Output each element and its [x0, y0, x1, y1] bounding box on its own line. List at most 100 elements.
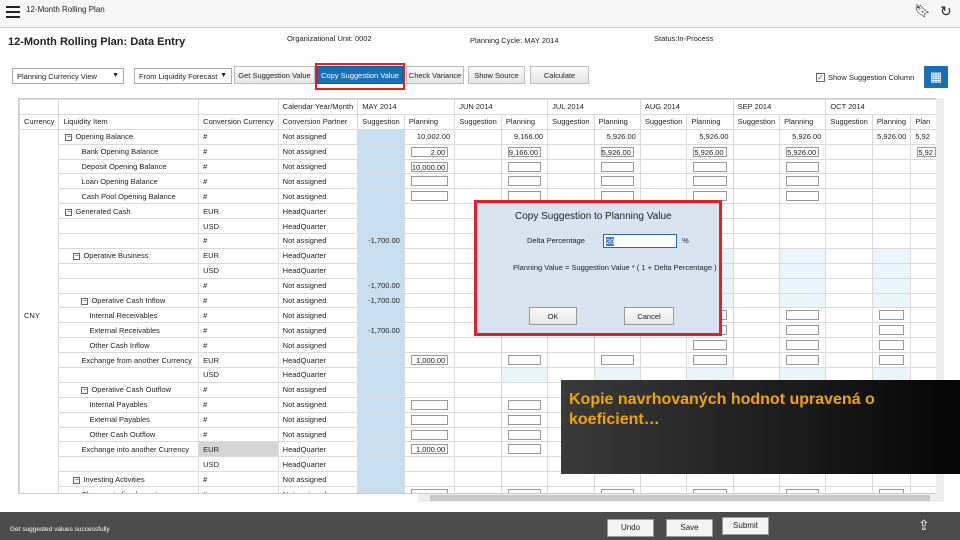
planning-input[interactable]	[410, 414, 449, 425]
planning-input[interactable]: 5,92	[917, 146, 936, 157]
suggestion-cell	[357, 158, 405, 175]
planning-input[interactable]	[786, 340, 820, 351]
liquidity-item-label: Internal Receivables	[89, 310, 158, 320]
planning-input[interactable]: 5,926.00	[600, 146, 634, 157]
planning-input[interactable]	[878, 340, 905, 351]
liquidity-item-cell: Other Cash Outflow	[58, 426, 200, 443]
conversion-partner-cell: Not assigned	[277, 277, 359, 294]
suggestion-cell: -1,700.00	[357, 233, 405, 249]
planning-cell	[779, 218, 827, 235]
planning-input[interactable]: 9,166.00	[507, 146, 542, 157]
show-suggestion-column-toggle[interactable]: ✓ Show Suggestion Column	[816, 72, 915, 83]
planning-input[interactable]	[507, 414, 542, 425]
planning-input[interactable]	[410, 191, 449, 202]
planning-input[interactable]	[786, 161, 820, 172]
planning-input[interactable]	[878, 310, 905, 321]
chevron-down-icon: ▼	[112, 72, 119, 79]
planning-cell	[500, 381, 549, 398]
delta-percentage-input[interactable]: 20	[603, 234, 677, 248]
collapse-icon[interactable]: −	[73, 476, 81, 484]
planning-input[interactable]	[600, 176, 634, 187]
bookmark-icon[interactable]: 🔖︎	[914, 3, 931, 19]
conversion-currency-cell: #	[198, 158, 279, 175]
suggestion-cell	[639, 352, 688, 369]
collapse-icon[interactable]: −	[81, 298, 89, 306]
collapse-icon[interactable]: −	[65, 208, 73, 216]
planning-input[interactable]	[507, 444, 542, 455]
planning-input[interactable]: 10,000.00	[410, 161, 449, 172]
share-icon[interactable]: ⇪	[918, 517, 930, 534]
calculate-button[interactable]: Calculate	[530, 66, 589, 84]
ok-button[interactable]: OK	[529, 307, 577, 325]
save-button[interactable]: Save	[666, 519, 713, 537]
planning-input[interactable]	[786, 325, 820, 336]
conversion-partner-cell: Not assigned	[277, 396, 359, 413]
planning-input[interactable]	[410, 176, 449, 187]
suggestion-cell	[732, 188, 781, 205]
planning-input[interactable]	[786, 355, 820, 366]
liquidity-item-label: Exchange from another Currency	[81, 355, 192, 365]
collapse-icon[interactable]: −	[65, 134, 73, 142]
suggestion-cell	[732, 352, 781, 369]
planning-cell	[779, 352, 827, 369]
planning-input[interactable]: 5,926.00	[786, 146, 820, 157]
planning-input[interactable]	[410, 429, 449, 440]
suggestion-cell	[357, 396, 405, 413]
show-source-button[interactable]: Show Source	[468, 66, 525, 84]
planning-cell	[403, 411, 456, 428]
collapse-icon[interactable]: −	[81, 387, 89, 395]
planning-input[interactable]: 1,000.00	[410, 355, 449, 366]
planning-input[interactable]: 1,000.00	[410, 444, 449, 455]
liquidity-item-label: Cash Pool Opening Balance	[81, 191, 176, 201]
planning-input[interactable]	[507, 399, 542, 410]
planning-input[interactable]	[410, 399, 449, 410]
planning-input[interactable]	[693, 176, 727, 187]
show-suggestion-label: Show Suggestion Column	[828, 73, 915, 82]
suggestion-cell	[825, 352, 873, 369]
planning-input[interactable]	[786, 176, 820, 187]
planning-input[interactable]	[507, 176, 542, 187]
planning-input[interactable]	[600, 161, 634, 172]
check-variance-button[interactable]: Check Variance	[406, 66, 464, 84]
refresh-icon[interactable]: ↻	[940, 3, 952, 20]
horizontal-scrollbar[interactable]	[418, 494, 944, 502]
submit-button[interactable]: Submit	[722, 517, 769, 535]
table-settings-icon[interactable]: ▦	[924, 66, 948, 88]
planning-input[interactable]	[507, 161, 542, 172]
conversion-currency-header: Conversion Currency	[198, 113, 279, 130]
planning-cell	[686, 158, 734, 175]
planning-header: Planning	[686, 113, 734, 130]
planning-input[interactable]	[507, 355, 542, 366]
suggestion-cell	[357, 411, 405, 428]
suggestion-cell: -1,700.00	[357, 277, 405, 294]
undo-button[interactable]: Undo	[607, 519, 654, 537]
suggestion-cell	[357, 307, 405, 324]
planning-cell	[779, 337, 827, 354]
conversion-currency-cell: #	[198, 173, 279, 190]
conversion-partner-cell: Not assigned	[277, 128, 359, 145]
checkbox-checked-icon[interactable]: ✓	[816, 72, 825, 82]
status-message: Get suggested values successfully	[10, 526, 110, 533]
collapse-icon[interactable]: −	[73, 253, 81, 261]
cancel-button[interactable]: Cancel	[624, 307, 674, 325]
view-select[interactable]: Planning Currency View ▼	[12, 68, 124, 84]
scroll-thumb[interactable]	[430, 495, 930, 501]
suggestion-header: Suggestion	[357, 113, 405, 130]
planning-input[interactable]	[693, 340, 727, 351]
planning-cell	[779, 277, 827, 294]
planning-input[interactable]: 5,926.00	[693, 146, 727, 157]
planning-input[interactable]	[693, 161, 727, 172]
planning-input[interactable]	[786, 191, 820, 202]
conversion-partner-cell: HeadQuarter	[277, 367, 359, 383]
planning-input[interactable]	[786, 310, 820, 321]
planning-input[interactable]	[878, 355, 905, 366]
forecast-select[interactable]: From Liquidity Forecast ▼	[134, 68, 232, 84]
planning-input[interactable]: 2.00	[410, 146, 449, 157]
hamburger-menu-icon[interactable]	[6, 6, 20, 20]
planning-input[interactable]	[600, 355, 634, 366]
planning-input[interactable]	[693, 355, 727, 366]
get-suggestion-button[interactable]: Get Suggestion Value	[234, 66, 315, 84]
planning-input[interactable]	[507, 429, 542, 440]
suggestion-header: Suggestion	[825, 113, 873, 130]
planning-input[interactable]	[878, 325, 905, 336]
